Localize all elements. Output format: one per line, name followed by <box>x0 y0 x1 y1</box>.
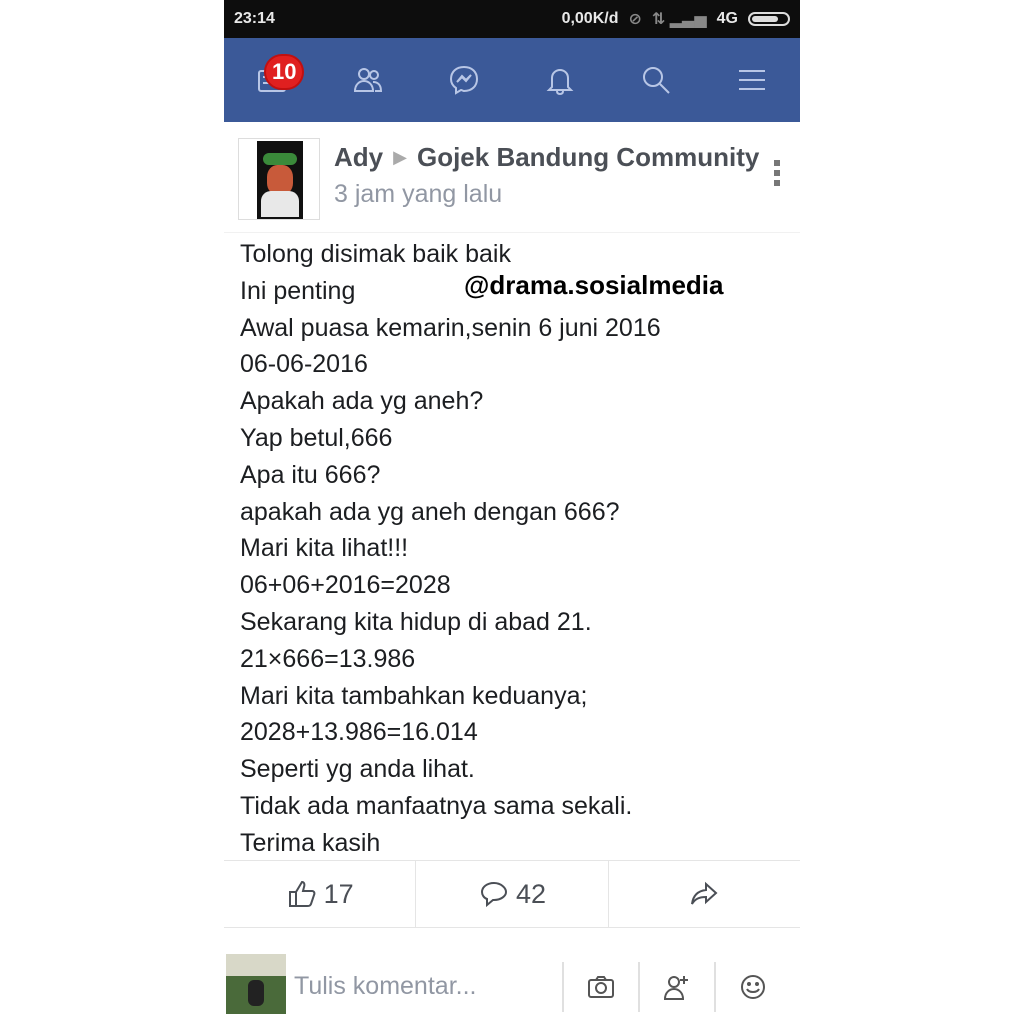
post-line: Awal puasa kemarin,senin 6 juni 2016 <box>240 313 661 342</box>
net-speed: 0,00K/d <box>561 10 619 27</box>
arrow-right-icon: ▶ <box>393 147 407 167</box>
battery-icon <box>748 12 790 26</box>
smiley-icon <box>741 975 765 999</box>
friends-icon <box>353 68 383 92</box>
comment-count: 42 <box>515 878 547 909</box>
comment-bar: Tulis komentar... <box>224 940 800 1024</box>
post-line: 2028+13.986=16.014 <box>240 718 478 747</box>
comment-icon <box>480 881 507 908</box>
like-button[interactable]: 17 <box>224 861 417 927</box>
more-options-icon[interactable] <box>774 160 780 190</box>
share-icon <box>691 881 718 905</box>
watermark-text: @drama.sosialmedia <box>464 270 724 300</box>
post-line: Apa itu 666? <box>240 460 381 489</box>
status-right: 0,00K/d ⊘ ⇅ ▂▃▅ 4G <box>562 9 790 29</box>
post-line: 21×666=13.986 <box>240 644 416 673</box>
add-person-icon <box>663 976 688 1000</box>
facebook-nav-bar: 10 <box>224 38 800 122</box>
like-count: 17 <box>323 878 354 909</box>
friends-tab[interactable] <box>338 50 398 110</box>
signal-icon: ⇅ ▂▃▅ <box>651 11 707 28</box>
share-button[interactable] <box>609 861 800 927</box>
thumbs-up-icon <box>288 880 316 907</box>
menu-tab[interactable] <box>722 50 782 110</box>
camera-icon <box>588 976 614 998</box>
post-line: Tidak ada manfaatnya sama sekali. <box>240 791 633 820</box>
group-name[interactable]: Gojek Bandung Community <box>417 142 759 173</box>
status-bar: 23:14 0,00K/d ⊘ ⇅ ▂▃▅ 4G <box>224 0 800 38</box>
author-name[interactable]: Ady <box>334 142 383 173</box>
post-header: Ady ▶ Gojek Bandung Community 3 jam yang… <box>224 122 800 233</box>
notification-badge: 10 <box>264 54 305 90</box>
comment-button[interactable]: 42 <box>416 861 609 927</box>
news-feed-tab[interactable]: 10 <box>242 50 305 110</box>
search-tab[interactable] <box>626 50 686 110</box>
phone-screen: 23:14 0,00K/d ⊘ ⇅ ▂▃▅ 4G 10 Ady ▶ Gojek … <box>224 0 800 1024</box>
post-timestamp[interactable]: 3 jam yang lalu <box>334 180 502 209</box>
post-line: apakah ada yg aneh dengan 666? <box>240 497 620 526</box>
post-line: Terima kasih <box>240 828 381 857</box>
post-line: 06-06-2016 <box>240 350 368 379</box>
camera-button[interactable] <box>562 962 638 1012</box>
comment-input[interactable]: Tulis komentar... <box>294 972 476 1001</box>
messenger-tab[interactable] <box>434 50 494 110</box>
author-avatar[interactable] <box>238 138 320 220</box>
alarm-off-icon: ⊘ <box>628 11 642 28</box>
comment-tools <box>562 962 790 1012</box>
tag-friend-button[interactable] <box>638 962 714 1012</box>
messenger-icon <box>449 65 479 95</box>
notifications-tab[interactable] <box>530 50 590 110</box>
post-body: Tolong disimak baik baik Ini penting Awa… <box>240 236 790 862</box>
user-avatar <box>226 954 286 1014</box>
post-line: Yap betul,666 <box>240 423 393 452</box>
post-author-line: Ady ▶ Gojek Bandung Community <box>334 142 759 173</box>
post-action-bar: 17 42 <box>224 860 800 928</box>
post-line: Tolong disimak baik baik <box>240 240 511 268</box>
notifications-icon <box>546 68 574 96</box>
network-type: 4G <box>716 10 738 27</box>
search-icon <box>643 67 670 94</box>
post-line: 06+06+2016=2028 <box>240 571 451 600</box>
status-time: 23:14 <box>234 10 275 27</box>
emoji-button[interactable] <box>714 962 790 1012</box>
post-line: Apakah ada yg aneh? <box>240 387 484 416</box>
post-line: Mari kita lihat!!! <box>240 534 409 563</box>
post-line: Mari kita tambahkan keduanya; <box>240 681 588 710</box>
post-line: Seperti yg anda lihat. <box>240 755 475 784</box>
menu-icon <box>739 70 765 90</box>
post-line: Sekarang kita hidup di abad 21. <box>240 607 592 636</box>
